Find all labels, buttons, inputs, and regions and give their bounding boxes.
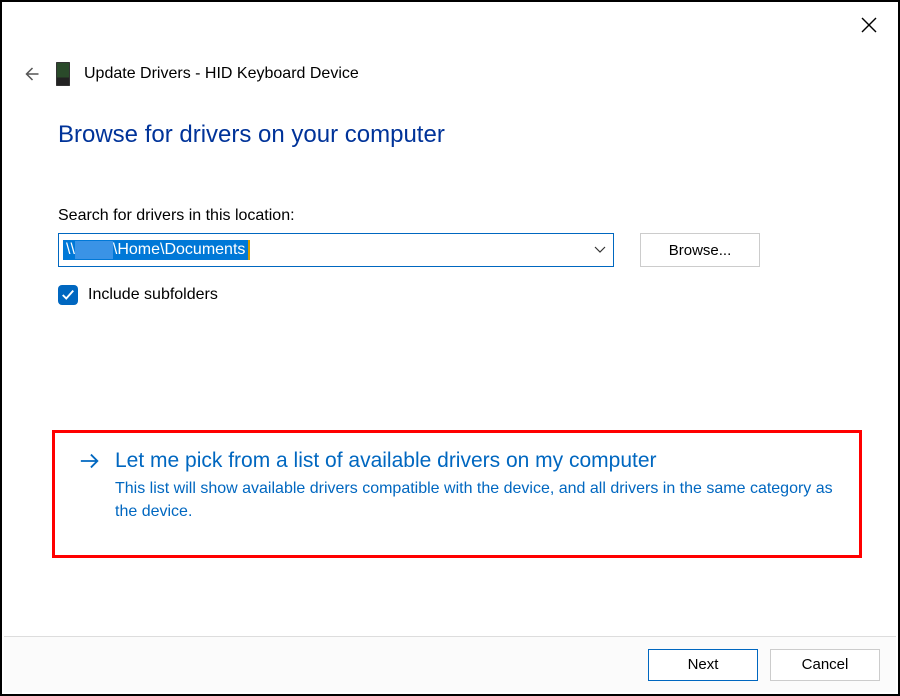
chevron-down-icon (594, 244, 606, 256)
checkmark-icon (61, 288, 75, 302)
arrow-right-icon (79, 450, 101, 472)
pick-driver-description: This list will show available drivers co… (115, 477, 835, 523)
pick-driver-option[interactable]: Let me pick from a list of available dri… (52, 430, 862, 558)
pick-driver-title: Let me pick from a list of available dri… (115, 449, 657, 473)
combobox-dropdown-button[interactable] (587, 234, 613, 266)
page-heading: Browse for drivers on your computer (58, 121, 842, 149)
path-value: \\\Home\Documents (63, 240, 248, 260)
footer: Next Cancel (4, 636, 896, 692)
text-caret (248, 240, 250, 260)
close-button[interactable] (858, 14, 880, 36)
search-location-label: Search for drivers in this location: (58, 207, 842, 225)
back-button[interactable] (20, 63, 42, 85)
path-combobox[interactable]: \\\Home\Documents (58, 233, 614, 267)
device-icon (56, 62, 70, 86)
cancel-button[interactable]: Cancel (770, 649, 880, 681)
next-button[interactable]: Next (648, 649, 758, 681)
include-subfolders-checkbox[interactable] (58, 285, 78, 305)
close-icon (861, 17, 877, 33)
header: Update Drivers - HID Keyboard Device (2, 52, 898, 86)
path-redacted-segment (75, 241, 113, 259)
browse-button[interactable]: Browse... (640, 233, 760, 267)
window-title: Update Drivers - HID Keyboard Device (84, 65, 359, 83)
back-arrow-icon (22, 65, 40, 83)
include-subfolders-label: Include subfolders (88, 286, 218, 304)
